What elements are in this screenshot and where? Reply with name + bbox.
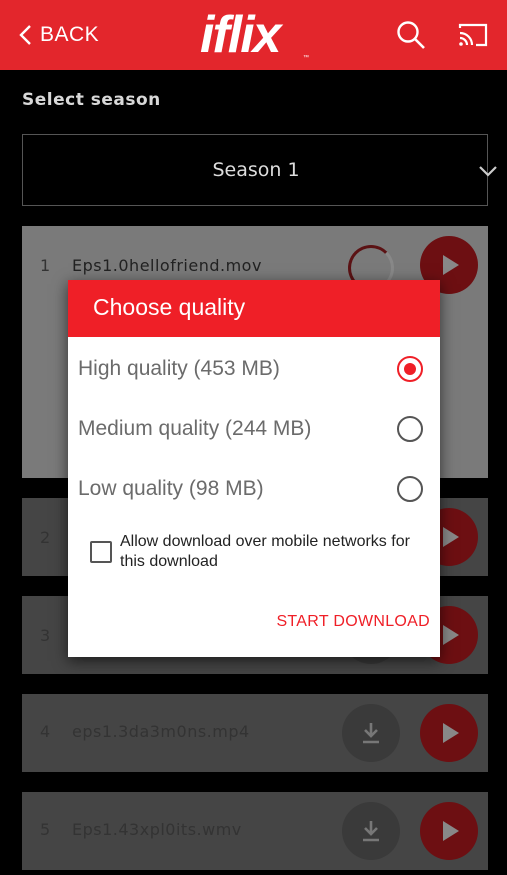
iflix-logo: iflix xyxy=(200,6,282,64)
episode-number: 3 xyxy=(40,626,51,645)
download-button[interactable] xyxy=(342,704,400,762)
radio-unselected-icon[interactable] xyxy=(397,476,423,502)
dialog-title: Choose quality xyxy=(93,294,246,320)
chevron-left-icon xyxy=(19,25,31,45)
episode-number: 5 xyxy=(40,820,51,839)
play-icon xyxy=(443,625,459,645)
episode-number: 4 xyxy=(40,722,51,741)
play-button[interactable] xyxy=(420,704,478,762)
download-icon xyxy=(363,821,379,842)
episode-title: Eps1.43xpl0its.wmv xyxy=(72,820,242,839)
back-label: BACK xyxy=(40,23,100,46)
season-dropdown[interactable]: Season 1 xyxy=(22,134,497,206)
quality-option-medium[interactable]: Medium quality (244 MB) xyxy=(68,399,440,459)
episode-number: 1 xyxy=(40,256,51,275)
app-header: BACK iflix ™ xyxy=(0,0,507,70)
dialog-header: Choose quality xyxy=(68,280,440,337)
radio-unselected-icon[interactable] xyxy=(397,416,423,442)
select-season-label: Select season xyxy=(22,90,161,110)
quality-option-low[interactable]: Low quality (98 MB) xyxy=(68,459,440,519)
play-icon xyxy=(443,821,459,841)
quality-option-high[interactable]: High quality (453 MB) xyxy=(68,339,440,399)
episode-number: 2 xyxy=(40,528,51,547)
download-button[interactable] xyxy=(342,802,400,860)
download-icon xyxy=(363,723,379,744)
play-icon xyxy=(443,255,459,275)
chevron-down-icon xyxy=(479,166,497,177)
choose-quality-dialog: Choose quality High quality (453 MB) Med… xyxy=(68,280,440,657)
search-icon[interactable] xyxy=(396,20,426,50)
episode-title: Eps1.0hellofriend.mov xyxy=(72,256,262,275)
quality-option-label: High quality (453 MB) xyxy=(78,357,280,380)
logo-trademark: ™ xyxy=(303,55,309,61)
episode-row[interactable]: 4 eps1.3da3m0ns.mp4 xyxy=(22,694,488,772)
play-icon xyxy=(443,527,459,547)
quality-option-label: Low quality (98 MB) xyxy=(78,477,264,500)
episode-row[interactable]: 5 Eps1.43xpl0its.wmv xyxy=(22,792,488,870)
play-button[interactable] xyxy=(420,802,478,860)
mobile-network-checkbox[interactable] xyxy=(90,541,112,563)
radio-selected-icon[interactable] xyxy=(397,356,423,382)
play-icon xyxy=(443,723,459,743)
quality-option-label: Medium quality (244 MB) xyxy=(78,417,312,440)
back-button[interactable]: BACK xyxy=(18,20,99,50)
season-selected-value: Season 1 xyxy=(212,159,300,181)
episode-title: eps1.3da3m0ns.mp4 xyxy=(72,722,250,741)
start-download-button[interactable]: START DOWNLOAD xyxy=(268,613,430,631)
cast-icon[interactable] xyxy=(458,22,488,48)
mobile-network-checkbox-label[interactable]: Allow download over mobile networks for … xyxy=(120,532,430,572)
